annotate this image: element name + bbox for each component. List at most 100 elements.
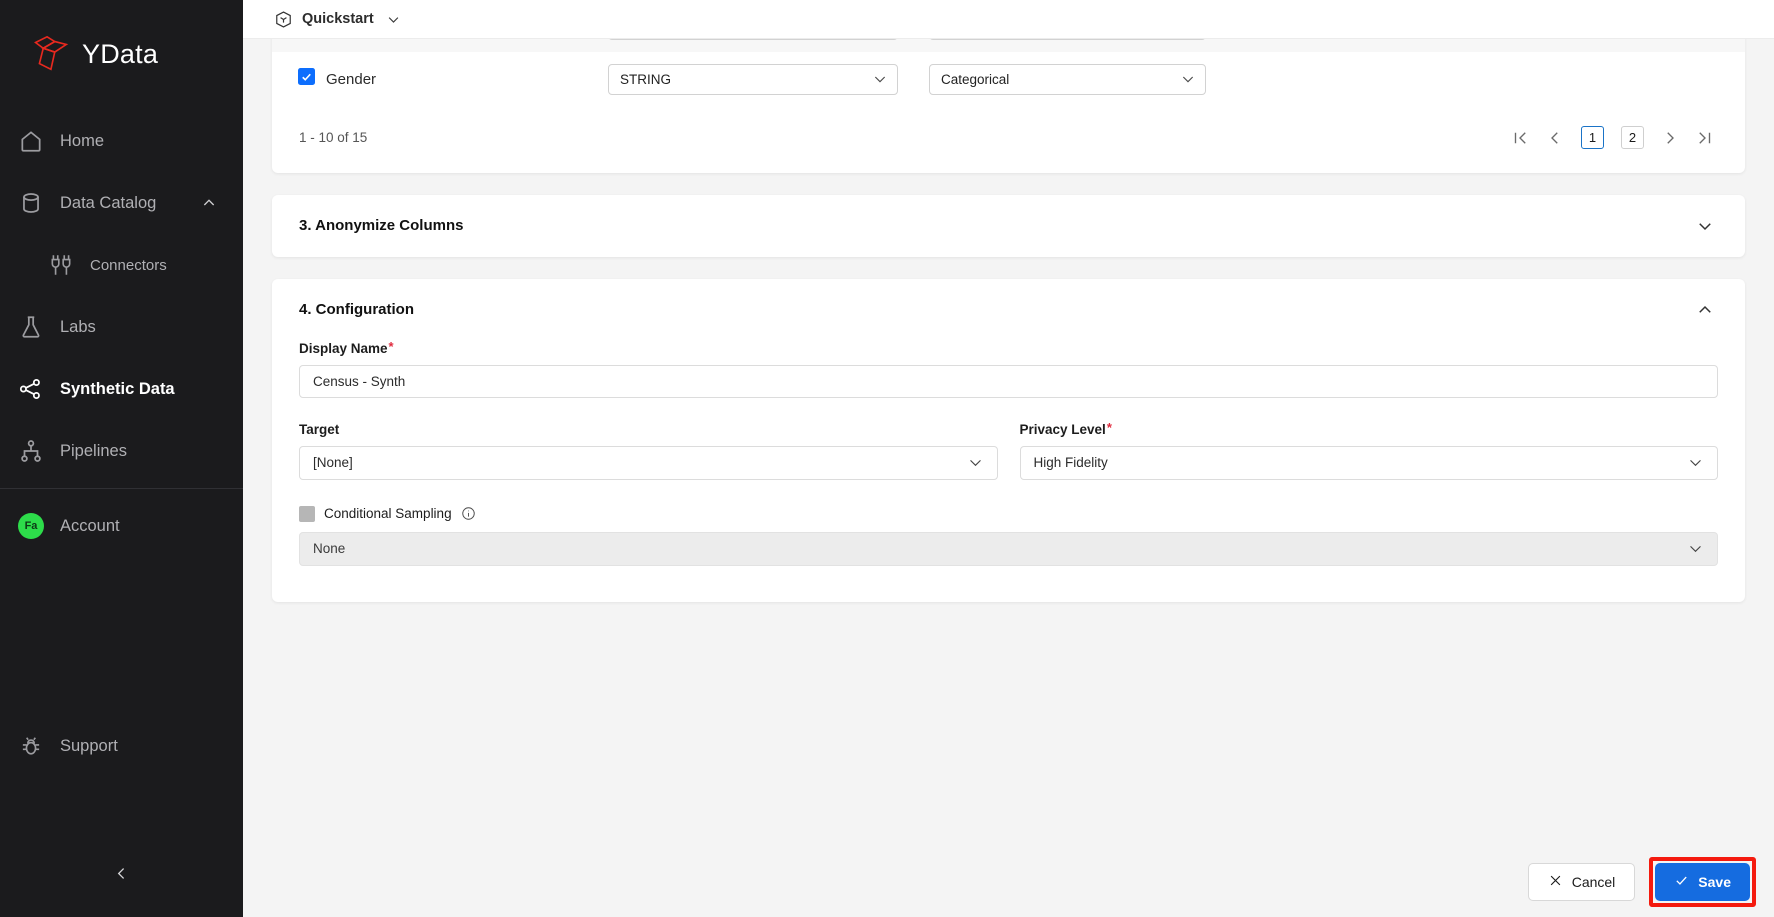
sidebar-item-label: Home [60, 131, 105, 150]
display-name-label: Display Name * [299, 338, 394, 356]
save-button-label: Save [1698, 874, 1731, 890]
chevron-down-icon [1180, 71, 1196, 87]
save-button[interactable]: Save [1655, 863, 1750, 901]
connectors-icon [48, 252, 74, 278]
configuration-section: 4. Configuration Display Name * Census - … [272, 278, 1745, 602]
row-checkbox[interactable] [298, 68, 315, 86]
chevron-up-icon[interactable] [1696, 301, 1714, 319]
columns-table: Marital status STRING [272, 39, 1745, 107]
bug-icon [18, 733, 44, 759]
sidebar-item-label: Connectors [90, 256, 167, 274]
chevron-down-icon[interactable] [1696, 217, 1714, 235]
sidebar-item-label: Labs [60, 317, 96, 336]
home-icon [18, 128, 44, 154]
variable-type-select[interactable]: Categorical [929, 63, 1206, 95]
sidebar-collapse-button[interactable] [0, 865, 243, 887]
close-icon [1548, 873, 1563, 891]
pagination-controls: 1 2 [1511, 126, 1714, 149]
target-select[interactable]: [None] [299, 445, 998, 480]
main-content: Quickstart Marital s [243, 0, 1774, 917]
sidebar-item-account[interactable]: Fa Account [0, 495, 243, 557]
required-asterisk: * [388, 338, 394, 354]
data-type-value: STRING [620, 71, 672, 87]
variable-type-select[interactable]: Categorical [929, 39, 1206, 41]
table-row[interactable]: Gender STRING Categorical [272, 52, 1745, 107]
form-scroll-area[interactable]: Marital status STRING [243, 39, 1774, 847]
pipelines-icon [18, 438, 44, 464]
privacy-level-select[interactable]: High Fidelity [1019, 445, 1718, 480]
target-label: Target [299, 421, 340, 437]
sidebar-item-synthetic-data[interactable]: Synthetic Data [0, 358, 243, 420]
app-root: YData Home Data Catalog Connectors Labs … [0, 0, 1774, 917]
table-row[interactable]: Race STRING [272, 39, 1745, 52]
target-field-group: Target [None] [299, 422, 998, 480]
brand: YData [0, 0, 243, 86]
sidebar-item-home[interactable]: Home [0, 110, 243, 172]
flask-icon [18, 314, 44, 340]
brand-name: YData [82, 38, 159, 69]
topbar: Quickstart [243, 0, 1774, 39]
data-type-select[interactable]: STRING [608, 63, 898, 95]
first-page-icon[interactable] [1511, 129, 1529, 147]
sidebar-item-label: Account [60, 516, 120, 535]
cube-icon [274, 10, 293, 29]
display-name-field-group: Display Name * Census - Synth [299, 338, 1718, 398]
last-page-icon[interactable] [1696, 129, 1714, 147]
privacy-level-label: Privacy Level * [1019, 419, 1112, 437]
chevron-down-icon[interactable] [386, 12, 401, 27]
next-page-icon[interactable] [1661, 129, 1679, 147]
conditional-sampling-checkbox[interactable] [299, 505, 315, 522]
required-asterisk: * [1106, 419, 1112, 435]
configuration-body: Display Name * Census - Synth Target [Non… [272, 338, 1745, 602]
sidebar-item-labs[interactable]: Labs [0, 296, 243, 358]
section-title: 3. Anonymize Columns [299, 217, 464, 234]
sidebar-item-data-catalog[interactable]: Data Catalog [0, 172, 243, 234]
footer-actions: Cancel Save [243, 847, 1774, 917]
column-name: Race [326, 39, 608, 52]
ydata-logo-icon [26, 31, 72, 77]
configuration-header[interactable]: 4. Configuration [272, 279, 1745, 341]
sidebar-item-label: Pipelines [60, 441, 127, 460]
data-type-select[interactable]: STRING [608, 39, 898, 41]
chevron-up-icon[interactable] [201, 195, 217, 211]
cancel-button-label: Cancel [1571, 874, 1616, 890]
sidebar-nav: Home Data Catalog Connectors Labs Synthe… [0, 110, 243, 557]
chevron-left-icon [113, 865, 130, 887]
display-name-input[interactable]: Census - Synth [299, 364, 1718, 398]
avatar-initials: Fa [18, 513, 44, 539]
anonymize-columns-header[interactable]: 3. Anonymize Columns [272, 195, 1745, 257]
conditional-sampling-select[interactable]: None [299, 531, 1718, 566]
avatar: Fa [18, 513, 44, 539]
pagination: 1 - 10 of 15 1 2 [272, 107, 1745, 169]
conditional-sampling-value: None [313, 541, 346, 556]
sidebar-item-connectors[interactable]: Connectors [0, 234, 243, 296]
check-icon [1674, 873, 1689, 891]
conditional-sampling-row: Conditional Sampling [299, 505, 1718, 522]
previous-page-icon[interactable] [1546, 129, 1564, 147]
sidebar-item-pipelines[interactable]: Pipelines [0, 420, 243, 482]
synthetic-data-icon [18, 376, 44, 402]
privacy-level-field-group: Privacy Level * High Fidelity [1019, 419, 1718, 480]
chevron-down-icon [1687, 454, 1704, 471]
sidebar: YData Home Data Catalog Connectors Labs … [0, 0, 243, 917]
target-privacy-row: Target [None] Privacy Level * High Fidel… [299, 419, 1718, 480]
page-button-2[interactable]: 2 [1621, 126, 1644, 149]
conditional-sampling-label: Conditional Sampling [324, 506, 452, 521]
sidebar-item-label: Support [60, 736, 118, 755]
info-icon[interactable] [461, 506, 476, 521]
sidebar-item-label: Data Catalog [60, 193, 157, 212]
chevron-down-icon [1687, 540, 1704, 557]
page-button-1[interactable]: 1 [1581, 126, 1604, 149]
sidebar-divider [0, 488, 243, 489]
anonymize-columns-section: 3. Anonymize Columns [272, 194, 1745, 257]
cancel-button[interactable]: Cancel [1527, 863, 1636, 901]
sidebar-item-support[interactable]: Support [0, 715, 243, 777]
privacy-level-value: High Fidelity [1033, 455, 1108, 470]
columns-table-card: Marital status STRING [272, 39, 1745, 173]
sidebar-item-label: Synthetic Data [60, 379, 175, 398]
save-button-highlight: Save [1649, 857, 1756, 907]
project-selector-label[interactable]: Quickstart [302, 11, 374, 27]
section-title: 4. Configuration [299, 301, 414, 318]
column-name: Gender [326, 70, 377, 88]
chevron-down-icon [967, 454, 984, 471]
